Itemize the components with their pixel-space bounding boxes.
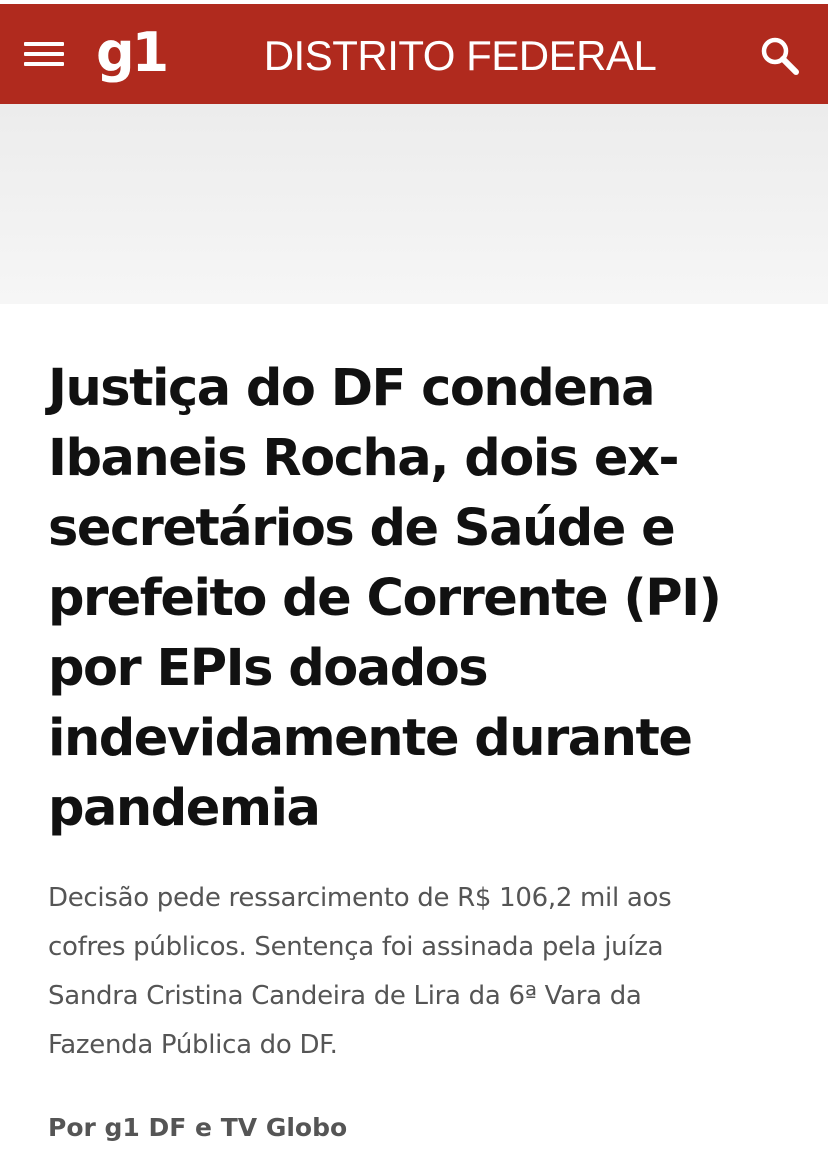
headline-line: Justiça do DF condena	[48, 359, 656, 418]
search-icon[interactable]	[758, 34, 802, 78]
headline-line: por EPIs doados	[48, 639, 489, 698]
search-icon-graphic	[761, 37, 799, 75]
subtitle-line: Sandra Cristina Candeira de Lira da 6ª V…	[48, 981, 642, 1011]
headline-line: pandemia	[48, 779, 321, 838]
menu-bar-line	[24, 42, 64, 46]
headline-line: indevidamente durante	[48, 709, 693, 768]
top-header: g1 DISTRITO FEDERAL	[0, 0, 828, 104]
menu-bar-line	[24, 52, 64, 56]
headline-line: Ibaneis Rocha, dois ex-	[48, 429, 680, 488]
menu-bar-line	[24, 62, 64, 66]
subtitle-line: Fazenda Pública do DF.	[48, 1030, 338, 1060]
headline-line: secretários de Saúde e	[48, 499, 676, 558]
headline-line: prefeito de Corrente (PI)	[48, 569, 722, 628]
hamburger-menu-button[interactable]	[22, 32, 66, 76]
section-title[interactable]: DISTRITO FEDERAL	[230, 28, 690, 84]
ad-placeholder	[0, 104, 828, 304]
subtitle-line: cofres públicos. Sentença foi assinada p…	[48, 932, 664, 962]
g1-logo[interactable]: g1	[96, 18, 169, 88]
article-headline: Justiça do DF condena Ibaneis Rocha, doi…	[48, 354, 788, 844]
article-subtitle: Decisão pede ressarcimento de R$ 106,2 m…	[48, 874, 788, 1070]
article-byline: Por g1 DF e TV Globo	[48, 1113, 348, 1142]
subtitle-line: Decisão pede ressarcimento de R$ 106,2 m…	[48, 883, 672, 913]
